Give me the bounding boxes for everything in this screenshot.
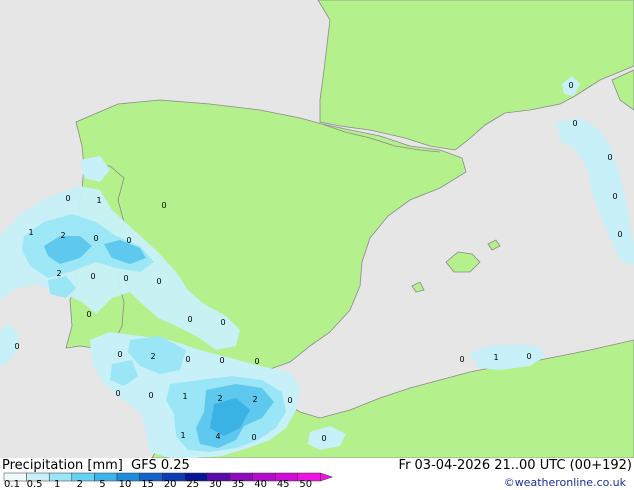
contour-label: 0 [86,310,91,319]
legend-tick-label: 40 [254,479,267,490]
contour-label: 0 [220,318,225,327]
contour-label: 2 [56,269,61,278]
contour-label: 0 [187,315,192,324]
contour-label: 0 [148,391,153,400]
contour-label: 2 [217,394,222,403]
contour-label: 0 [617,230,622,239]
title-text: Precipitation [mm] [2,458,123,473]
contour-label: 1 [180,431,185,440]
contour-label: 0 [459,355,464,364]
legend-tick-label: 50 [299,479,313,490]
contour-label: 0 [287,396,292,405]
legend-tick-label: 0.1 [4,479,20,490]
contour-label: 2 [150,352,155,361]
contour-label: 0 [612,192,617,201]
legend-swatch [94,472,118,482]
contour-label: 0 [14,342,19,351]
contour-label: 0 [568,81,573,90]
legend-swatch [71,472,95,482]
contour-label: 1 [182,392,187,401]
contour-label: 0 [115,389,120,398]
contour-label: 2 [60,231,65,240]
contour-label: 0 [126,236,131,245]
legend-tick-label: 45 [276,479,290,490]
valid-time: Fr 03-04-2026 21..00 UTC (00+192) [398,458,632,473]
contour-label: 2 [252,395,257,404]
contour-label: 0 [219,356,224,365]
contour-label: 0 [65,194,70,203]
credit-link[interactable]: ©weatheronline.co.uk [504,476,626,489]
precipitation-map: 000000 101 2 0 02 0 0 000 000 2 0 0 0 0 1 00 0 1 2 2 01 4 0 0 [0,0,634,490]
contour-label: 0 [607,153,612,162]
legend-tick-label: 2 [76,479,83,490]
legend-swatch [48,472,73,482]
legend-tick-label: 15 [141,479,154,490]
legend-tick-label: 30 [209,479,222,490]
legend-tick-label: 20 [163,479,177,490]
legend-tick-label: 1 [54,479,61,490]
legend-tick-label: 5 [99,479,106,490]
contour-label: 0 [526,352,531,361]
legend-tick-label: 35 [231,479,245,490]
model-text: GFS 0.25 [131,458,190,473]
contour-label: 0 [572,119,577,128]
contour-label: 0 [321,434,326,443]
contour-label: 0 [156,277,161,286]
contour-label: 1 [493,353,498,362]
contour-label: 0 [90,272,95,281]
contour-label: 0 [185,355,190,364]
contour-label: 0 [93,234,98,243]
contour-label: 0 [254,357,259,366]
contour-label: 0 [251,433,256,442]
legend-tick-label: 0.5 [26,479,43,490]
contour-label: 1 [28,228,33,237]
contour-label: 4 [215,432,220,441]
map-title: Precipitation [mm] GFS 0.25 [2,459,190,473]
legend-tick-label: 10 [118,479,132,490]
contour-label: 1 [96,196,101,205]
contour-label: 0 [117,350,122,359]
contour-label: 0 [123,274,128,283]
legend-tick-label: 25 [186,479,200,490]
contour-label: 0 [161,201,166,210]
